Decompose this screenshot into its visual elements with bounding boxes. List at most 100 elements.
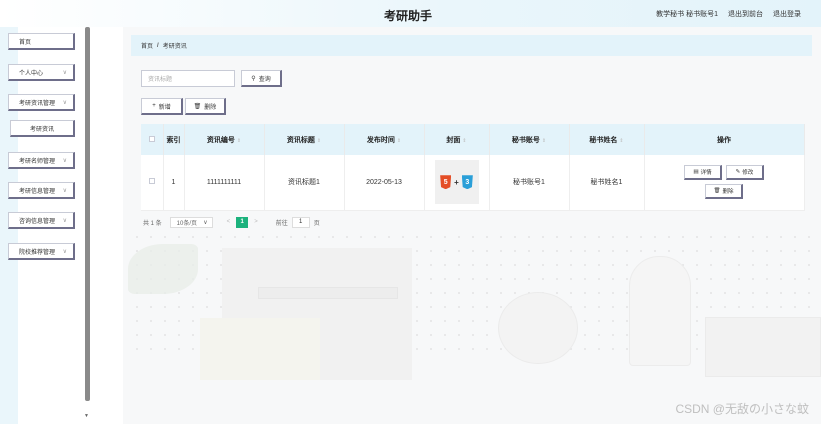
sidebar-item-school-recommend[interactable]: 院校推荐管理 ∨: [8, 243, 75, 260]
edit-button[interactable]: ✎ 修改: [725, 165, 764, 181]
chevron-down-icon: ∨: [203, 219, 208, 226]
chevron-down-icon: ∨: [62, 188, 67, 194]
sort-icon[interactable]: ⇕: [462, 138, 466, 144]
goto-page-input[interactable]: 1: [291, 216, 310, 228]
header-links: 教学秘书 秘书账号1 退出到前台 退出登录: [656, 9, 801, 19]
background-cylinder-decoration: [629, 256, 691, 366]
background-block-decoration: [200, 318, 320, 380]
next-page-icon[interactable]: >: [254, 219, 258, 225]
row-select-cell[interactable]: [141, 155, 164, 210]
cell-title: 资讯标题1: [264, 155, 345, 210]
sidebar-subitem-news[interactable]: 考研资讯: [10, 120, 75, 137]
column-header-cover[interactable]: 封面 ⇕: [424, 124, 490, 155]
search-input[interactable]: 资讯标题: [141, 70, 235, 87]
cover-image: 5 + 3: [434, 160, 479, 205]
chevron-down-icon: ∨: [62, 249, 67, 255]
cell-index: 1: [163, 155, 185, 210]
search-icon: ⚲: [251, 75, 256, 82]
sort-icon[interactable]: ⇕: [542, 138, 546, 144]
search-placeholder: 资讯标题: [148, 77, 173, 83]
detail-icon: ▤: [693, 169, 699, 176]
chevron-down-icon: ∨: [62, 218, 67, 224]
app-title: 考研助手: [384, 9, 433, 23]
sidebar-item-label: 考研资讯: [29, 126, 54, 133]
sidebar-item-label: 个人中心: [19, 70, 44, 77]
cell-name: 秘书姓名1: [569, 155, 645, 210]
cell-code: 1111111111: [184, 155, 265, 210]
delete-button-label: 删除: [204, 104, 217, 111]
watermark: CSDN @无敌の小さな蚊: [675, 402, 809, 416]
breadcrumb: 首页 / 考研资讯: [131, 35, 812, 56]
background-bar-decoration: [258, 287, 398, 299]
cell-account: 秘书账号1: [489, 155, 570, 210]
sidebar-item-label: 考研名师管理: [19, 158, 56, 165]
trash-icon: 🗑: [193, 103, 202, 110]
detail-button[interactable]: ▤ 详情: [684, 165, 723, 181]
sidebar: 首页 个人中心 ∨ 考研资讯管理 ∨ 考研资讯 考研名师管理 ∨ 考研信息管理 ∨ 咨询…: [0, 27, 94, 424]
column-header-name[interactable]: 秘书姓名 ⇕: [569, 124, 645, 155]
top-header: 考研助手 教学秘书 秘书账号1 退出到前台 退出登录: [0, 0, 821, 27]
breadcrumb-current: 考研资讯: [162, 44, 187, 50]
logout-link[interactable]: 退出登录: [773, 9, 801, 19]
background-box-decoration: [705, 317, 821, 377]
chevron-down-icon: ∨: [62, 70, 67, 76]
scroll-down-arrow-icon[interactable]: ▼: [84, 413, 89, 419]
plus-icon: +: [152, 103, 156, 109]
add-button[interactable]: + 新增: [141, 98, 183, 115]
breadcrumb-home[interactable]: 首页: [141, 41, 153, 50]
sidebar-item-label: 考研信息管理: [19, 188, 56, 195]
sidebar-item-consult-management[interactable]: 咨询信息管理 ∨: [8, 212, 75, 229]
pagination-total: 共 1 条: [143, 220, 162, 227]
add-button-label: 新增: [158, 104, 171, 111]
user-info: 教学秘书 秘书账号1: [656, 11, 718, 18]
chevron-down-icon: ∨: [62, 158, 67, 164]
column-header-actions: 操作: [644, 124, 805, 155]
delete-button[interactable]: 🗑 删除: [185, 98, 226, 115]
cell-cover: 5 + 3: [424, 155, 490, 210]
sidebar-item-label: 咨询信息管理: [19, 218, 56, 225]
column-header-title[interactable]: 资讯标题 ⇕: [264, 124, 345, 155]
background-circle-decoration: [498, 292, 578, 364]
sidebar-item-label: 考研资讯管理: [19, 100, 56, 107]
sidebar-item-teacher-management[interactable]: 考研名师管理 ∨: [8, 152, 75, 169]
search-button[interactable]: ⚲ 查询: [241, 70, 282, 87]
sidebar-item-label: 首页: [19, 39, 32, 46]
sort-icon[interactable]: ⇕: [237, 138, 241, 144]
sidebar-item-news-management[interactable]: 考研资讯管理 ∨: [8, 94, 75, 111]
select-all-checkbox[interactable]: [148, 135, 155, 142]
css3-icon: 3: [461, 175, 473, 190]
sidebar-scrollbar[interactable]: [85, 27, 90, 401]
page-unit-label: 页: [313, 220, 320, 227]
sidebar-item-home[interactable]: 首页: [8, 33, 75, 50]
column-header-index: 索引: [163, 124, 185, 155]
column-header-code[interactable]: 资讯编号 ⇕: [184, 124, 265, 155]
page-size-select[interactable]: 10条/页 ∨: [169, 216, 213, 228]
sidebar-item-label: 院校推荐管理: [19, 249, 56, 256]
sidebar-item-info-management[interactable]: 考研信息管理 ∨: [8, 182, 75, 199]
plant-decoration: [128, 244, 198, 294]
sort-icon[interactable]: ⇕: [397, 138, 401, 144]
sort-icon[interactable]: ⇕: [619, 138, 623, 144]
back-to-front-link[interactable]: 退出到前台: [728, 9, 763, 19]
trash-icon: 🗑: [713, 188, 721, 195]
news-table: 索引 资讯编号 ⇕ 资讯标题 ⇕ 发布时间 ⇕ 封面 ⇕ 秘书账号 ⇕ 秘书姓名 ⇕ 操作 …: [141, 124, 805, 210]
cell-actions: ▤ 详情 ✎ 修改 🗑 删除: [644, 155, 805, 210]
chevron-down-icon: ∨: [62, 100, 67, 106]
table-row: 1 1111111111 资讯标题1 2022-05-13 5 + 3 秘书账号…: [141, 155, 805, 210]
pagination: 共 1 条 10条/页 ∨ < 1 > 前往 1 页: [143, 216, 320, 228]
html5-icon: 5: [440, 175, 452, 190]
goto-label: 前往: [275, 220, 288, 227]
sidebar-item-personal-center[interactable]: 个人中心 ∨: [8, 64, 75, 81]
search-button-label: 查询: [258, 76, 271, 83]
sort-icon[interactable]: ⇕: [317, 138, 321, 144]
page-number-current[interactable]: 1: [236, 216, 249, 228]
prev-page-icon[interactable]: <: [227, 219, 231, 225]
edit-icon: ✎: [735, 169, 741, 176]
column-header-date[interactable]: 发布时间 ⇕: [344, 124, 425, 155]
table-header-row: 索引 资讯编号 ⇕ 资讯标题 ⇕ 发布时间 ⇕ 封面 ⇕ 秘书账号 ⇕ 秘书姓名 ⇕ 操作: [141, 124, 805, 155]
column-header-account[interactable]: 秘书账号 ⇕: [489, 124, 570, 155]
breadcrumb-separator: /: [157, 42, 159, 49]
row-checkbox[interactable]: [148, 178, 155, 185]
select-all-cell[interactable]: [141, 124, 164, 155]
row-delete-button[interactable]: 🗑 删除: [705, 184, 743, 200]
